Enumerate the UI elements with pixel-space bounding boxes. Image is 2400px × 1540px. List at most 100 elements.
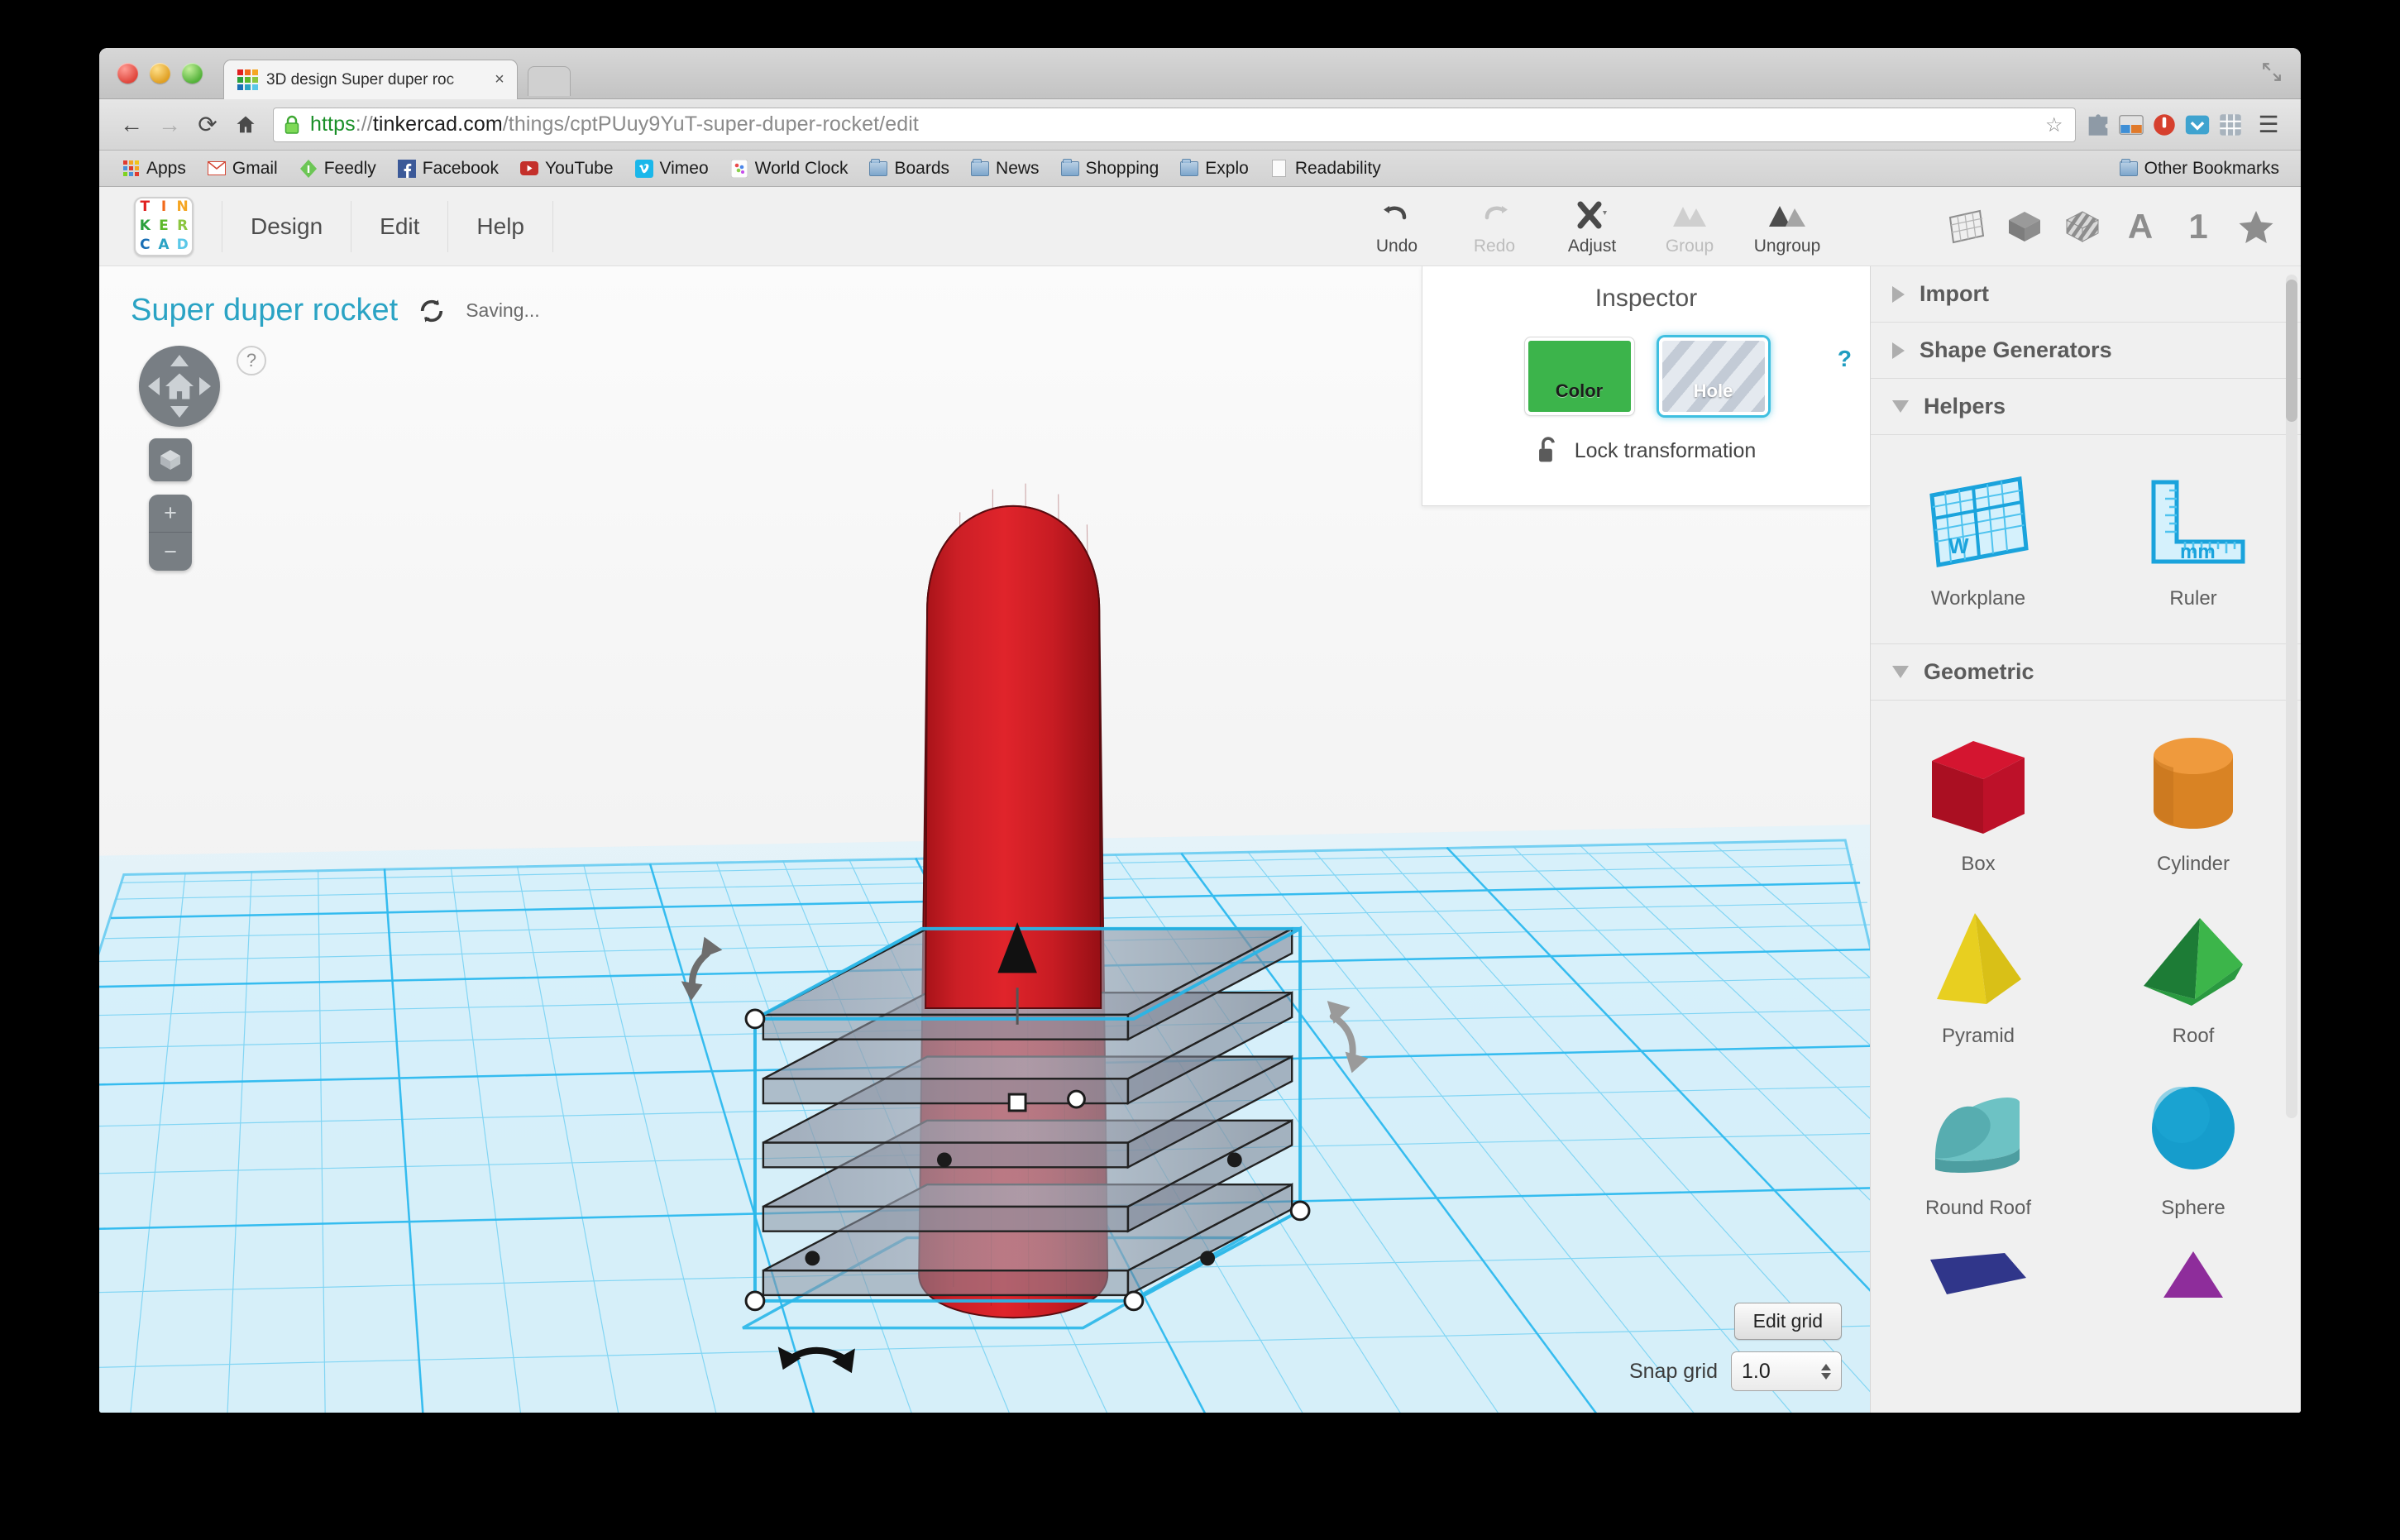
shape-ruler[interactable]: mm Ruler	[2086, 457, 2301, 629]
ribbon-workplane-button[interactable]	[1943, 203, 1990, 250]
bookmark-boards[interactable]: Boards	[858, 155, 960, 183]
shape-roof[interactable]: Roof	[2086, 894, 2301, 1066]
shape-box[interactable]: Box	[1871, 722, 2086, 894]
shape-pyramid[interactable]: Pyramid	[1871, 894, 2086, 1066]
close-window-button[interactable]	[117, 63, 138, 84]
bookmark-label: Gmail	[232, 159, 278, 179]
ribbon-text-button[interactable]: A	[2117, 203, 2163, 250]
sidebar-scrollbar-thumb[interactable]	[2286, 280, 2297, 422]
menu-edit[interactable]: Edit	[351, 201, 448, 252]
home-button[interactable]	[227, 106, 265, 144]
extension-pocket-icon[interactable]	[2183, 111, 2211, 139]
sidebar-section-helpers[interactable]: Helpers	[1871, 379, 2301, 435]
shape-label: Roof	[2173, 1025, 2215, 1048]
roof-thumb-icon	[2131, 906, 2255, 1013]
stepper-arrows-icon[interactable]	[1821, 1364, 1831, 1380]
view-pan-disc[interactable]	[139, 346, 220, 427]
youtube-icon	[520, 160, 538, 178]
sidebar-section-shape-generators[interactable]: Shape Generators	[1871, 323, 2301, 379]
fullscreen-icon[interactable]	[2261, 61, 2283, 83]
home-icon[interactable]	[164, 372, 195, 400]
shapes-sidebar[interactable]: Import Shape Generators Helpers	[1871, 266, 2301, 1413]
bookmark-gmail[interactable]: Gmail	[197, 155, 289, 183]
bookmark-news[interactable]: News	[960, 155, 1050, 183]
back-button[interactable]: ←	[112, 106, 151, 144]
snap-grid-stepper[interactable]: 1.0	[1731, 1351, 1842, 1391]
undo-label: Undo	[1376, 237, 1418, 256]
bookmark-label: Vimeo	[660, 159, 709, 179]
close-tab-icon[interactable]: ×	[490, 71, 509, 89]
shape-cone[interactable]	[2086, 1238, 2301, 1311]
bookmark-shopping[interactable]: Shopping	[1050, 155, 1170, 183]
bookmark-world-clock[interactable]: World Clock	[720, 155, 859, 183]
bookmark-readability[interactable]: Readability	[1260, 155, 1392, 183]
design-name[interactable]: Super duper rocket	[131, 293, 398, 328]
adjust-button[interactable]: Adjust	[1543, 189, 1641, 265]
sidebar-section-geometric[interactable]: Geometric	[1871, 644, 2301, 701]
tinkercad-logo[interactable]: T I N K E R C A D	[134, 197, 194, 256]
bookmark-explo[interactable]: Explo	[1169, 155, 1260, 183]
fit-view-cube-button[interactable]	[149, 438, 192, 481]
redo-button[interactable]: Redo	[1446, 189, 1543, 265]
3d-viewport[interactable]: Super duper rocket Saving...	[99, 266, 1871, 1413]
view-right-arrow-icon[interactable]	[199, 377, 211, 395]
bookmark-feedly[interactable]: Feedly	[289, 155, 387, 183]
viewport-help-button[interactable]: ?	[237, 346, 266, 375]
forward-button[interactable]: →	[151, 106, 189, 144]
group-label: Group	[1666, 237, 1714, 256]
bookmark-youtube[interactable]: YouTube	[509, 155, 624, 183]
lock-transformation-row[interactable]: Lock transformation	[1422, 437, 1870, 465]
vimeo-icon	[635, 160, 653, 178]
extension-puzzle-icon[interactable]	[2084, 111, 2112, 139]
group-shapes-icon	[1670, 197, 1709, 233]
zoom-in-button[interactable]: +	[149, 495, 192, 533]
extension-adblock-icon[interactable]	[2150, 111, 2178, 139]
extension-window-icon[interactable]	[2117, 111, 2145, 139]
url-text: https://tinkercad.com/things/cptPUuy9YuT…	[310, 112, 919, 136]
browser-menu-button[interactable]: ☰	[2249, 106, 2288, 144]
design-title-bar: Super duper rocket Saving...	[131, 293, 540, 328]
shape-cylinder[interactable]: Cylinder	[2086, 722, 2301, 894]
bookmark-star-icon[interactable]: ☆	[2045, 116, 2065, 136]
bookmark-facebook[interactable]: Facebook	[387, 155, 509, 183]
zoom-out-button[interactable]: −	[149, 533, 192, 571]
menu-design[interactable]: Design	[222, 201, 351, 252]
ribbon-hole-button[interactable]	[2059, 203, 2106, 250]
shape-workplane[interactable]: W Workplane	[1871, 457, 2086, 629]
inspector-help-icon[interactable]: ?	[1838, 346, 1852, 372]
view-left-arrow-icon[interactable]	[148, 377, 160, 395]
shape-label: Cylinder	[2157, 853, 2230, 876]
sidebar-section-import[interactable]: Import	[1871, 266, 2301, 323]
bookmark-apps[interactable]: Apps	[111, 155, 197, 183]
browser-tab[interactable]: 3D design Super duper roc ×	[223, 60, 518, 99]
hole-swatch-button[interactable]: Hole	[1659, 337, 1768, 415]
ribbon-number-button[interactable]: 1	[2175, 203, 2221, 250]
view-up-arrow-icon[interactable]	[170, 355, 189, 366]
bookmark-vimeo[interactable]: Vimeo	[624, 155, 720, 183]
menu-help[interactable]: Help	[448, 201, 553, 252]
undo-button[interactable]: Undo	[1348, 189, 1446, 265]
address-bar[interactable]: https://tinkercad.com/things/cptPUuy9YuT…	[273, 108, 2076, 142]
minimize-window-button[interactable]	[150, 63, 170, 84]
shape-wedge[interactable]	[1871, 1238, 2086, 1311]
bookmark-label: News	[996, 159, 1040, 179]
view-down-arrow-icon[interactable]	[170, 406, 189, 418]
ribbon-solid-button[interactable]	[2001, 203, 2048, 250]
other-bookmarks-folder[interactable]: Other Bookmarks	[2111, 155, 2288, 183]
sync-refresh-icon	[418, 297, 446, 325]
extension-grid-icon[interactable]	[2216, 111, 2245, 139]
ungroup-button[interactable]: Ungroup	[1738, 189, 1836, 265]
color-swatch-button[interactable]: Color	[1525, 337, 1634, 415]
maximize-window-button[interactable]	[182, 63, 203, 84]
group-button[interactable]: Group	[1641, 189, 1738, 265]
ribbon-favorites-button[interactable]	[2233, 203, 2279, 250]
reload-button[interactable]: ⟳	[189, 106, 227, 144]
adjust-label: Adjust	[1568, 237, 1616, 256]
shape-round-roof[interactable]: Round Roof	[1871, 1066, 2086, 1238]
logo-letter: R	[177, 219, 188, 233]
edit-grid-button[interactable]: Edit grid	[1734, 1303, 1842, 1340]
new-tab-button[interactable]	[528, 66, 571, 96]
home-icon	[234, 113, 257, 136]
shape-sphere[interactable]: Sphere	[2086, 1066, 2301, 1238]
box-thumb-icon	[1916, 734, 2040, 841]
